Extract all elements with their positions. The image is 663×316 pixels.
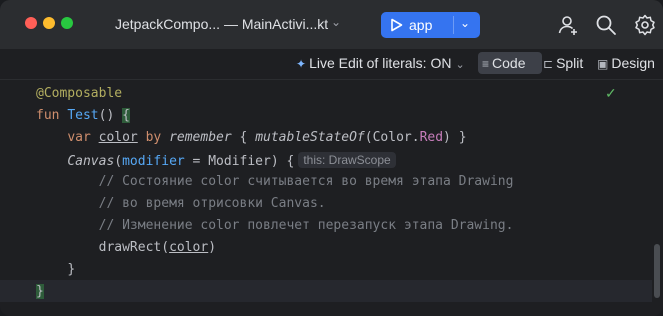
keyword: var — [67, 130, 91, 145]
chevron-down-icon[interactable]: ⌄ — [331, 15, 341, 29]
editor-toolbar: ✦ Live Edit of literals: ON ⌄ ≡ Code ⊏ Split… — [0, 49, 663, 80]
code-text: () — [98, 108, 123, 123]
split-mode-label: Split — [556, 55, 584, 71]
chevron-down-icon: ⌄ — [455, 59, 465, 71]
function-call: Canvas — [67, 154, 115, 169]
add-user-icon[interactable] — [556, 13, 580, 37]
design-mode-label: Design — [611, 55, 655, 71]
magic-wand-icon: ✦ — [296, 57, 307, 71]
gear-icon[interactable] — [633, 13, 657, 37]
split-mode-button[interactable]: ⊏ Split — [539, 52, 587, 74]
code-mode-button[interactable]: ≡ Code — [478, 52, 542, 74]
lines-icon: ≡ — [482, 57, 490, 71]
function-call: drawRect( — [98, 240, 170, 255]
function-name: Test — [67, 108, 99, 123]
code-line: drawRect(color) — [36, 240, 216, 255]
function-call: mutableStateOf — [255, 130, 365, 145]
live-edit-label: Live Edit of literals: ON — [309, 55, 452, 71]
keyword: by — [145, 130, 162, 145]
code-line: // Изменение color повлечет перезапуск э… — [36, 218, 514, 233]
variable: color — [169, 240, 209, 255]
comment: // во время отрисовки Canvas. — [98, 196, 326, 211]
code-text: (Color. — [364, 130, 420, 145]
code-mode-label: Code — [492, 55, 526, 71]
keyword: fun — [36, 108, 60, 123]
code-line: @Composable — [36, 86, 122, 101]
code-line: // во время отрисовки Canvas. — [36, 196, 326, 211]
function-call: remember — [169, 130, 232, 145]
code-text: ) — [208, 240, 217, 255]
current-line-highlight — [0, 280, 652, 302]
run-configuration-button[interactable]: app ⌄ — [381, 12, 480, 38]
code-text: ) } — [443, 130, 467, 145]
code-editor[interactable]: ✓ @Composable fun Test() { var color by … — [0, 80, 663, 316]
title-bar: JetpackCompo... — MainActivi...kt ⌄ app … — [0, 0, 663, 50]
code-text: = Modifier) { — [184, 154, 295, 169]
annotation: @Composable — [36, 86, 123, 101]
comment: // Состояние color считывается во время … — [98, 174, 514, 189]
play-icon — [391, 18, 403, 32]
search-icon[interactable] — [594, 13, 618, 37]
minimize-window-button[interactable] — [43, 17, 55, 29]
design-mode-button[interactable]: ▣ Design — [593, 52, 659, 74]
run-config-label: app — [409, 17, 433, 33]
code-text: { — [239, 130, 248, 145]
code-line: fun Test() { — [36, 108, 130, 123]
vertical-scrollbar[interactable] — [654, 244, 660, 298]
check-icon: ✓ — [605, 85, 617, 101]
brace: } — [67, 262, 76, 277]
comment: // Изменение color повлечет перезапуск э… — [98, 218, 514, 233]
ide-window: JetpackCompo... — MainActivi...kt ⌄ app … — [0, 0, 663, 316]
split-view-icon: ⊏ — [543, 57, 554, 71]
brace: { — [122, 108, 130, 123]
parameter: modifier — [122, 154, 185, 169]
code-text: ( — [114, 154, 123, 169]
divider — [453, 16, 454, 34]
property: Red — [419, 130, 444, 145]
variable: color — [98, 130, 138, 145]
close-window-button[interactable] — [25, 17, 37, 29]
code-line: // Состояние color считывается во время … — [36, 174, 514, 189]
zoom-window-button[interactable] — [61, 17, 73, 29]
code-line: } — [36, 284, 44, 299]
code-line: Canvas(modifier = Modifier) {this: DrawS… — [36, 152, 396, 169]
image-icon: ▣ — [597, 57, 609, 71]
inlay-hint: this: DrawScope — [298, 152, 396, 168]
chevron-down-icon[interactable]: ⌄ — [460, 16, 470, 30]
code-line: } — [36, 262, 75, 277]
brace: } — [36, 284, 44, 299]
project-title[interactable]: JetpackCompo... — MainActivi...kt — [115, 16, 328, 32]
code-line: var color by remember { mutableStateOf(C… — [36, 130, 467, 145]
live-edit-toggle[interactable]: ✦ Live Edit of literals: ON ⌄ — [296, 55, 465, 71]
